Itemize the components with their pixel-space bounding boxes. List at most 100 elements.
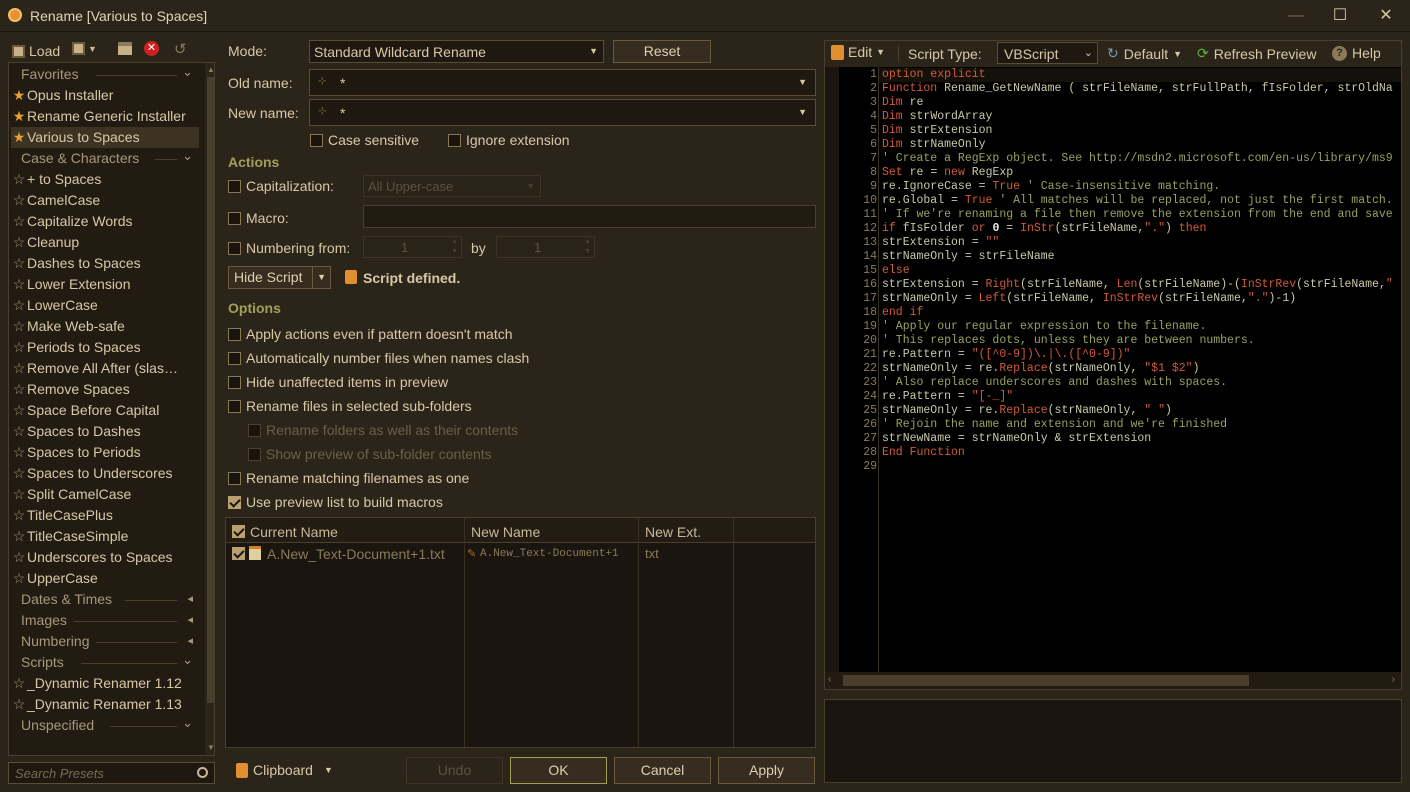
option-rename-subfolders[interactable]: Rename files in selected sub-folders: [228, 398, 472, 414]
sidebar-preset-item[interactable]: ☆ Remove Spaces: [11, 379, 199, 400]
macro-checkbox[interactable]: Macro:: [228, 210, 289, 226]
numbering-checkbox[interactable]: Numbering from:: [228, 240, 350, 256]
sidebar-category[interactable]: Scripts ⌄: [11, 652, 199, 673]
option-rename-folders[interactable]: Rename folders as well as their contents: [248, 422, 518, 438]
scroll-thumb[interactable]: [843, 675, 1249, 686]
star-outline-icon[interactable]: ☆: [11, 358, 27, 379]
star-outline-icon[interactable]: ☆: [11, 253, 27, 274]
sidebar-preset-item[interactable]: ☆ Make Web-safe: [11, 316, 199, 337]
sidebar-category[interactable]: Case & Characters ⌄: [11, 148, 199, 169]
star-outline-icon[interactable]: ☆: [11, 400, 27, 421]
row-checkbox[interactable]: [232, 547, 245, 560]
default-button[interactable]: ↻ Default ▼: [1107, 45, 1182, 62]
sidebar-preset-item[interactable]: ☆ Spaces to Dashes: [11, 421, 199, 442]
sidebar-preset-item[interactable]: ☆ Periods to Spaces: [11, 337, 199, 358]
ignore-extension-checkbox[interactable]: Ignore extension: [448, 132, 570, 148]
sidebar-preset-item[interactable]: ☆ Underscores to Spaces: [11, 547, 199, 568]
sidebar-preset-item[interactable]: ☆ Lower Extension: [11, 274, 199, 295]
case-sensitive-checkbox[interactable]: Case sensitive: [310, 132, 419, 148]
star-filled-icon[interactable]: ★: [11, 127, 27, 148]
sidebar-preset-item[interactable]: ☆ CamelCase: [11, 190, 199, 211]
sidebar-preset-item[interactable]: ☆ UpperCase: [11, 568, 199, 589]
scroll-right-icon[interactable]: ›: [1392, 674, 1395, 685]
star-outline-icon[interactable]: ☆: [11, 211, 27, 232]
sidebar-preset-item[interactable]: ☆ TitleCaseSimple: [11, 526, 199, 547]
save-menu-button[interactable]: ▼: [72, 42, 97, 55]
option-rename-matching[interactable]: Rename matching filenames as one: [228, 470, 469, 486]
macro-input[interactable]: [363, 205, 816, 228]
sidebar-preset-item[interactable]: ☆ Spaces to Underscores: [11, 463, 199, 484]
sidebar-preset-item[interactable]: ☆ Capitalize Words: [11, 211, 199, 232]
print-icon[interactable]: [118, 42, 132, 55]
script-type-select[interactable]: VBScript ⌄: [997, 42, 1098, 64]
revert-icon[interactable]: ↺: [174, 40, 187, 58]
star-outline-icon[interactable]: ☆: [11, 673, 27, 694]
option-use-preview-list[interactable]: Use preview list to build macros: [228, 494, 443, 510]
hide-script-button[interactable]: Hide Script ▼: [228, 266, 331, 289]
sidebar-category[interactable]: Unspecified ⌄: [11, 715, 199, 736]
maximize-button[interactable]: ☐: [1330, 6, 1350, 26]
undo-button[interactable]: Undo: [406, 757, 503, 784]
script-output-pane[interactable]: [824, 699, 1402, 783]
load-button[interactable]: Load: [12, 40, 60, 62]
star-outline-icon[interactable]: ☆: [11, 463, 27, 484]
select-all-checkbox[interactable]: [232, 525, 245, 538]
star-outline-icon[interactable]: ☆: [11, 421, 27, 442]
sidebar-category[interactable]: Dates & Times ◂: [11, 589, 199, 610]
star-filled-icon[interactable]: ★: [11, 106, 27, 127]
option-apply-actions[interactable]: Apply actions even if pattern doesn't ma…: [228, 326, 513, 342]
option-auto-number[interactable]: Automatically number files when names cl…: [228, 350, 529, 366]
sidebar-scroll-thumb[interactable]: [207, 77, 214, 703]
sidebar-preset-item[interactable]: ☆ Dashes to Spaces: [11, 253, 199, 274]
star-outline-icon[interactable]: ☆: [11, 274, 27, 295]
old-name-input[interactable]: ⊹ * ▼: [309, 69, 816, 96]
sidebar-preset-item[interactable]: ☆ + to Spaces: [11, 169, 199, 190]
numbering-from-spinner[interactable]: 1 ▲ ▼: [363, 236, 462, 258]
clipboard-button[interactable]: Clipboard ▼: [236, 762, 333, 778]
numbering-by-spinner[interactable]: 1 ▲ ▼: [496, 236, 595, 258]
preview-grid[interactable]: Current Name New Name New Ext. A.New_Tex…: [225, 517, 816, 748]
star-outline-icon[interactable]: ☆: [11, 442, 27, 463]
star-outline-icon[interactable]: ☆: [11, 295, 27, 316]
sidebar-preset-item[interactable]: ☆ Spaces to Periods: [11, 442, 199, 463]
reset-button[interactable]: Reset: [613, 40, 711, 63]
ok-button[interactable]: OK: [510, 757, 607, 784]
star-outline-icon[interactable]: ☆: [11, 547, 27, 568]
star-outline-icon[interactable]: ☆: [11, 484, 27, 505]
refresh-preview-button[interactable]: ⟳ Refresh Preview: [1197, 45, 1316, 62]
sidebar-preset-item[interactable]: ☆ Space Before Capital: [11, 400, 199, 421]
star-outline-icon[interactable]: ☆: [11, 316, 27, 337]
apply-button[interactable]: Apply: [718, 757, 815, 784]
option-show-preview-subfolder[interactable]: Show preview of sub-folder contents: [248, 446, 492, 462]
scroll-down-icon[interactable]: ▼: [207, 743, 214, 752]
sidebar-preset-item[interactable]: ☆ _Dynamic Renamer 1.13: [11, 694, 199, 715]
star-outline-icon[interactable]: ☆: [11, 232, 27, 253]
star-outline-icon[interactable]: ☆: [11, 169, 27, 190]
sidebar-preset-item[interactable]: ☆ Cleanup: [11, 232, 199, 253]
new-name-input[interactable]: ⊹ * ▼: [309, 99, 816, 126]
column-new-name[interactable]: New Name: [471, 524, 540, 540]
sidebar-preset-item[interactable]: ★ Rename Generic Installer: [11, 106, 199, 127]
delete-icon[interactable]: ✕: [144, 41, 159, 56]
star-outline-icon[interactable]: ☆: [11, 190, 27, 211]
capitalization-select[interactable]: All Upper-case ▼: [363, 175, 541, 197]
editor-hscrollbar[interactable]: ‹ ›: [825, 672, 1401, 689]
sidebar-preset-item[interactable]: ☆ TitleCasePlus: [11, 505, 199, 526]
sidebar-preset-item[interactable]: ☆ Remove All After (slas…: [11, 358, 199, 379]
search-presets-input[interactable]: Search Presets: [8, 762, 215, 784]
star-outline-icon[interactable]: ☆: [11, 379, 27, 400]
sidebar-preset-item[interactable]: ★ Various to Spaces: [11, 127, 199, 148]
star-outline-icon[interactable]: ☆: [11, 694, 27, 715]
cancel-button[interactable]: Cancel: [614, 757, 711, 784]
sidebar-category[interactable]: Numbering ◂: [11, 631, 199, 652]
help-button[interactable]: ? Help: [1332, 45, 1381, 61]
close-button[interactable]: ✕: [1376, 6, 1396, 26]
column-current-name[interactable]: Current Name: [250, 524, 338, 540]
star-outline-icon[interactable]: ☆: [11, 526, 27, 547]
scroll-up-icon[interactable]: ▲: [207, 65, 214, 74]
star-filled-icon[interactable]: ★: [11, 85, 27, 106]
sidebar-preset-item[interactable]: ☆ LowerCase: [11, 295, 199, 316]
edit-menu-button[interactable]: Edit ▼: [831, 44, 885, 60]
mode-select[interactable]: Standard Wildcard Rename ▼: [309, 40, 604, 63]
presets-sidebar[interactable]: ▲ ▼ Favorites ⌄ ★ Opus Installer ★ Rename Gen…: [8, 62, 215, 756]
